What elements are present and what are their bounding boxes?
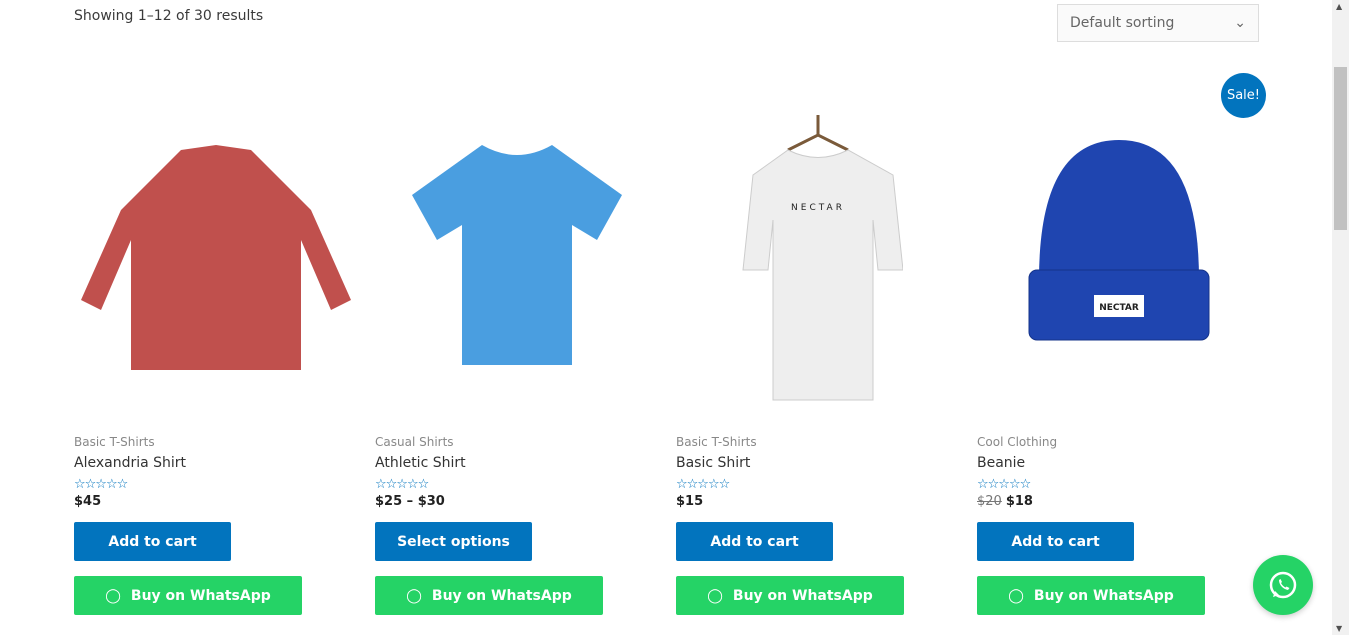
buy-on-whatsapp-button[interactable]: ◯ Buy on WhatsApp [676,576,904,615]
current-price: $45 [74,494,102,509]
sorting-select[interactable]: Default sorting ⌄ [1057,4,1259,42]
whatsapp-label: Buy on WhatsApp [1033,587,1174,604]
product-category[interactable]: Basic T-Shirts [676,435,959,449]
product-card: NECTAR Cool Clothing Beanie ☆☆☆☆☆ $20 $18… [977,80,1260,615]
whatsapp-label: Buy on WhatsApp [431,587,572,604]
whatsapp-icon: ◯ [707,587,723,604]
rating-stars-icon: ☆☆☆☆☆ [977,477,1031,492]
product-image[interactable]: NECTAR [977,80,1260,420]
chevron-down-icon: ⌄ [1234,15,1246,31]
product-card: NECTAR Basic T-Shirts Basic Shirt ☆☆☆☆☆ … [676,80,959,615]
product-category[interactable]: Cool Clothing [977,435,1260,449]
current-price: $15 [676,494,704,509]
whatsapp-icon: ◯ [105,587,121,604]
whatsapp-label: Buy on WhatsApp [732,587,873,604]
add-to-cart-button[interactable]: Add to cart [977,522,1134,561]
sorting-value: Default sorting [1070,15,1175,31]
rating-stars-icon: ☆☆☆☆☆ [676,477,730,492]
buy-on-whatsapp-button[interactable]: ◯ Buy on WhatsApp [977,576,1205,615]
rating-stars-icon: ☆☆☆☆☆ [74,477,128,492]
product-name[interactable]: Beanie [977,455,1260,471]
sale-badge: Sale! [1221,73,1266,118]
svg-text:NECTAR: NECTAR [791,203,845,213]
rating-stars-icon: ☆☆☆☆☆ [375,477,429,492]
result-count: Showing 1–12 of 30 results [74,8,264,24]
scroll-up-icon[interactable]: ▲ [1336,2,1342,11]
buy-on-whatsapp-button[interactable]: ◯ Buy on WhatsApp [375,576,603,615]
old-price: $20 [977,494,1002,509]
product-price: $20 $18 [977,494,1260,509]
whatsapp-icon [1269,571,1297,599]
add-to-cart-button[interactable]: Add to cart [74,522,231,561]
scrollbar[interactable]: ▲ ▼ [1332,0,1349,635]
product-name[interactable]: Basic Shirt [676,455,959,471]
whatsapp-icon: ◯ [406,587,422,604]
product-category[interactable]: Casual Shirts [375,435,658,449]
whatsapp-icon: ◯ [1008,587,1024,604]
product-image[interactable] [375,80,658,420]
product-image[interactable] [74,80,357,420]
whatsapp-float-button[interactable] [1253,555,1313,615]
buy-on-whatsapp-button[interactable]: ◯ Buy on WhatsApp [74,576,302,615]
product-price: $45 [74,494,357,509]
current-price: $25 – $30 [375,494,445,509]
whatsapp-label: Buy on WhatsApp [130,587,271,604]
add-to-cart-button[interactable]: Add to cart [676,522,833,561]
add-to-cart-button[interactable]: Select options [375,522,532,561]
product-card: Casual Shirts Athletic Shirt ☆☆☆☆☆ $25 –… [375,80,658,615]
product-card: Basic T-Shirts Alexandria Shirt ☆☆☆☆☆ $4… [74,80,357,615]
product-image[interactable]: NECTAR [676,80,959,420]
product-price: $25 – $30 [375,494,658,509]
product-category[interactable]: Basic T-Shirts [74,435,357,449]
scrollbar-thumb[interactable] [1334,67,1347,230]
scroll-down-icon[interactable]: ▼ [1336,624,1342,633]
current-price: $18 [1005,494,1033,509]
svg-text:NECTAR: NECTAR [1099,303,1139,313]
product-name[interactable]: Athletic Shirt [375,455,658,471]
product-name[interactable]: Alexandria Shirt [74,455,357,471]
product-price: $15 [676,494,959,509]
